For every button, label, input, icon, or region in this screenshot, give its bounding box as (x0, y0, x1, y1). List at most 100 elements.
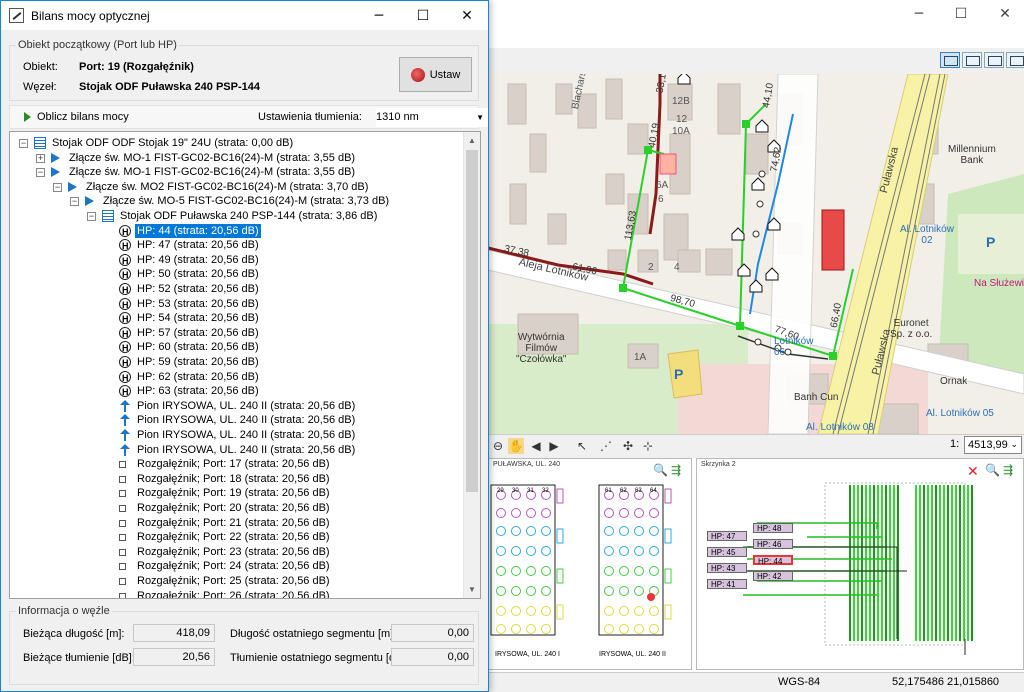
fiber-port (511, 586, 521, 596)
splitter-port-icon (119, 505, 126, 512)
hp-label-box[interactable]: HP: 48 (753, 523, 793, 533)
layout-quad-icon[interactable] (1006, 52, 1024, 68)
tree-node[interactable]: HP: 62 (strata: 20,56 dB) (119, 370, 261, 385)
fiber-bar (951, 485, 953, 641)
close-icon[interactable]: ✕ (988, 0, 1022, 28)
tree-node-label: Rozgałęźnik; Port: 18 (strata: 20,56 dB) (137, 472, 330, 485)
collapse-icon[interactable]: − (36, 168, 45, 178)
collapse-icon[interactable]: − (70, 197, 79, 207)
maximize-icon[interactable]: ☐ (401, 1, 445, 30)
power-balance-tree[interactable]: − Stojak ODF ODF Stojak 19" 24U (strata: … (9, 131, 481, 599)
tree-node[interactable]: Rozgałęźnik; Port: 22 (strata: 20,56 dB) (119, 530, 332, 544)
tree-node[interactable]: Rozgałęźnik; Port: 17 (strata: 20,56 dB) (119, 457, 332, 471)
fiber-bar (947, 485, 949, 641)
scale-select[interactable]: 4513,99 ⌄ (964, 436, 1022, 454)
tree-node[interactable]: HP: 63 (strata: 20,56 dB) (119, 384, 261, 399)
tree-node[interactable]: Złącze św. MO-1 FIST-GC02-BC16(24)-M (st… (51, 165, 357, 179)
close-icon[interactable]: ✕ (445, 1, 489, 30)
pan-hand-icon[interactable]: ✋ (508, 438, 524, 454)
tree-node[interactable]: Stojak ODF Puławska 240 PSP-144 (strata:… (102, 209, 379, 223)
tree-node[interactable]: Rozgałęźnik; Port: 18 (strata: 20,56 dB) (119, 472, 332, 486)
building-number: 10A (672, 126, 690, 137)
network-icon[interactable]: ⋰ (598, 438, 614, 454)
tree-node[interactable]: Rozgałęźnik; Port: 24 (strata: 20,56 dB) (119, 559, 332, 573)
minimize-icon[interactable]: ─ (902, 0, 936, 28)
splitter-port-icon (119, 563, 126, 571)
tree-node[interactable]: HP: 54 (strata: 20,56 dB) (119, 311, 261, 326)
ustaw-button-label: Ustaw (429, 68, 461, 81)
tree-node[interactable]: Rozgałęźnik; Port: 19 (strata: 20,56 dB) (119, 486, 332, 500)
back-icon[interactable]: ◀ (528, 438, 544, 454)
tree-scrollbar[interactable]: ▲ ▼ (463, 132, 480, 598)
fiber-bar (849, 485, 851, 641)
scroll-down-icon[interactable]: ▼ (464, 581, 480, 598)
layout-single-icon[interactable] (940, 52, 960, 68)
tree-node[interactable]: HP: 44 (strata: 20,56 dB) (119, 223, 261, 239)
maximize-icon[interactable]: ☐ (944, 0, 978, 28)
select-arrow-icon[interactable]: ↖ (574, 438, 590, 454)
tree-node[interactable]: Złącze św. MO-5 FIST-GC02-BC16(24)-M (st… (85, 194, 391, 208)
hp-label-box[interactable]: HP: 42 (753, 571, 793, 581)
fiber-port (604, 586, 614, 596)
tree-node-label: HP: 50 (strata: 20,56 dB) (137, 268, 259, 281)
hp-label-box[interactable]: HP: 44 (753, 555, 793, 566)
layout-triple-icon[interactable] (984, 52, 1004, 68)
panel-bottom-label: IRYSOWA, UL. 240 I (495, 651, 560, 658)
fiber-port (634, 566, 644, 576)
scroll-thumb[interactable] (466, 150, 478, 492)
splice-panel-left[interactable]: PUŁAWSKA, UL. 240 🔍 ⇶ 29 30 31 32 61 62 63 64 I… (488, 458, 692, 670)
collapse-icon[interactable]: − (87, 212, 96, 221)
forward-icon[interactable]: ▶ (546, 438, 562, 454)
tree-node[interactable]: HP: 60 (strata: 20,56 dB) (119, 340, 261, 355)
ustaw-button[interactable]: Ustaw (399, 57, 472, 92)
tree-node[interactable]: Pion IRYSOWA, UL. 240 II (strata: 20,56 … (119, 399, 357, 413)
hp-label-box[interactable]: HP: 47 (707, 531, 747, 541)
tree-node[interactable]: Rozgałęźnik; Port: 25 (strata: 20,56 dB) (119, 574, 332, 588)
collapse-icon[interactable]: − (19, 139, 28, 148)
tree-node[interactable]: Rozgałęźnik; Port: 20 (strata: 20,56 dB) (119, 501, 332, 515)
splice-panel-right[interactable]: Skrzynka 2 ✕ 🔍 ⇶ HP: 48 HP: 46 HP: 47 HP: 4… (696, 458, 1024, 670)
splitter-port-icon (119, 519, 126, 527)
expand-icon[interactable]: + (36, 153, 45, 163)
layout-split-icon[interactable] (962, 52, 982, 68)
tree-node[interactable]: HP: 53 (strata: 20,56 dB) (119, 297, 261, 312)
calc-button[interactable]: Oblicz bilans mocy (37, 111, 129, 123)
fiber-port (619, 546, 629, 556)
tree-node-label: HP: 52 (strata: 20,56 dB) (137, 283, 259, 295)
tree-node[interactable]: Pion IRYSOWA, UL. 240 II (strata: 20,56 … (119, 413, 357, 427)
attenuation-select[interactable]: 1310 nm ▼ (376, 108, 488, 127)
obiekt-label: Obiekt: (23, 61, 58, 73)
tree-node[interactable]: HP: 47 (strata: 20,56 dB) (119, 238, 261, 253)
map-view[interactable]: Blacharska Aleja Lotników Puławska Puław… (488, 74, 1024, 434)
tree-node[interactable]: HP: 50 (strata: 20,56 dB) (119, 267, 261, 282)
play-icon[interactable] (24, 112, 31, 122)
tree-node[interactable]: HP: 57 (strata: 20,56 dB) (119, 326, 261, 341)
tree-node[interactable]: Rozgałęźnik; Port: 21 (strata: 20,56 dB) (119, 516, 332, 530)
connect-icon[interactable]: ✣ (620, 438, 636, 454)
tree-node[interactable]: Rozgałęźnik; Port: 23 (strata: 20,56 dB) (119, 545, 332, 559)
minimize-icon[interactable]: ─ (357, 1, 401, 30)
tree-node[interactable]: Stojak ODF ODF Stojak 19" 24U (strata: 0… (34, 136, 295, 150)
tree-node[interactable]: Pion IRYSOWA, UL. 240 II (strata: 20,56 … (119, 428, 357, 442)
tree-node[interactable]: Złącze św. MO2 FIST-GC02-BC16(24)-M (str… (68, 180, 370, 194)
tree-node[interactable]: HP: 49 (strata: 20,56 dB) (119, 253, 261, 268)
hp-label-box[interactable]: HP: 46 (753, 539, 793, 549)
tree-node[interactable]: HP: 52 (strata: 20,56 dB) (119, 282, 261, 297)
layout-nodes-icon[interactable]: ⊹ (640, 438, 656, 454)
zoom-out-icon[interactable]: ⊖ (490, 438, 506, 454)
tree-node-label: Rozgałęźnik; Port: 25 (strata: 20,56 dB) (137, 575, 330, 587)
scroll-up-icon[interactable]: ▲ (464, 132, 480, 149)
hp-label-box[interactable]: HP: 41 (707, 579, 747, 589)
fiber-bar (943, 485, 945, 641)
port-number: 30 (512, 488, 519, 494)
fiber-bar (889, 485, 891, 641)
tree-node-label: Złącze św. MO2 FIST-GC02-BC16(24)-M (str… (86, 180, 369, 193)
hp-label-box[interactable]: HP: 45 (707, 547, 747, 557)
riser-icon (119, 443, 131, 456)
tree-node[interactable]: Złącze św. MO-1 FIST-GC02-BC16(24)-M (st… (51, 151, 357, 165)
collapse-icon[interactable]: − (53, 182, 62, 192)
tree-node[interactable]: Rozgałęźnik; Port: 26 (strata: 20,56 dB) (119, 589, 332, 598)
tree-node[interactable]: HP: 59 (strata: 20,56 dB) (119, 355, 261, 370)
hp-label-box[interactable]: HP: 43 (707, 563, 747, 573)
tree-node[interactable]: Pion IRYSOWA, UL. 240 II (strata: 20,56 … (119, 443, 357, 457)
